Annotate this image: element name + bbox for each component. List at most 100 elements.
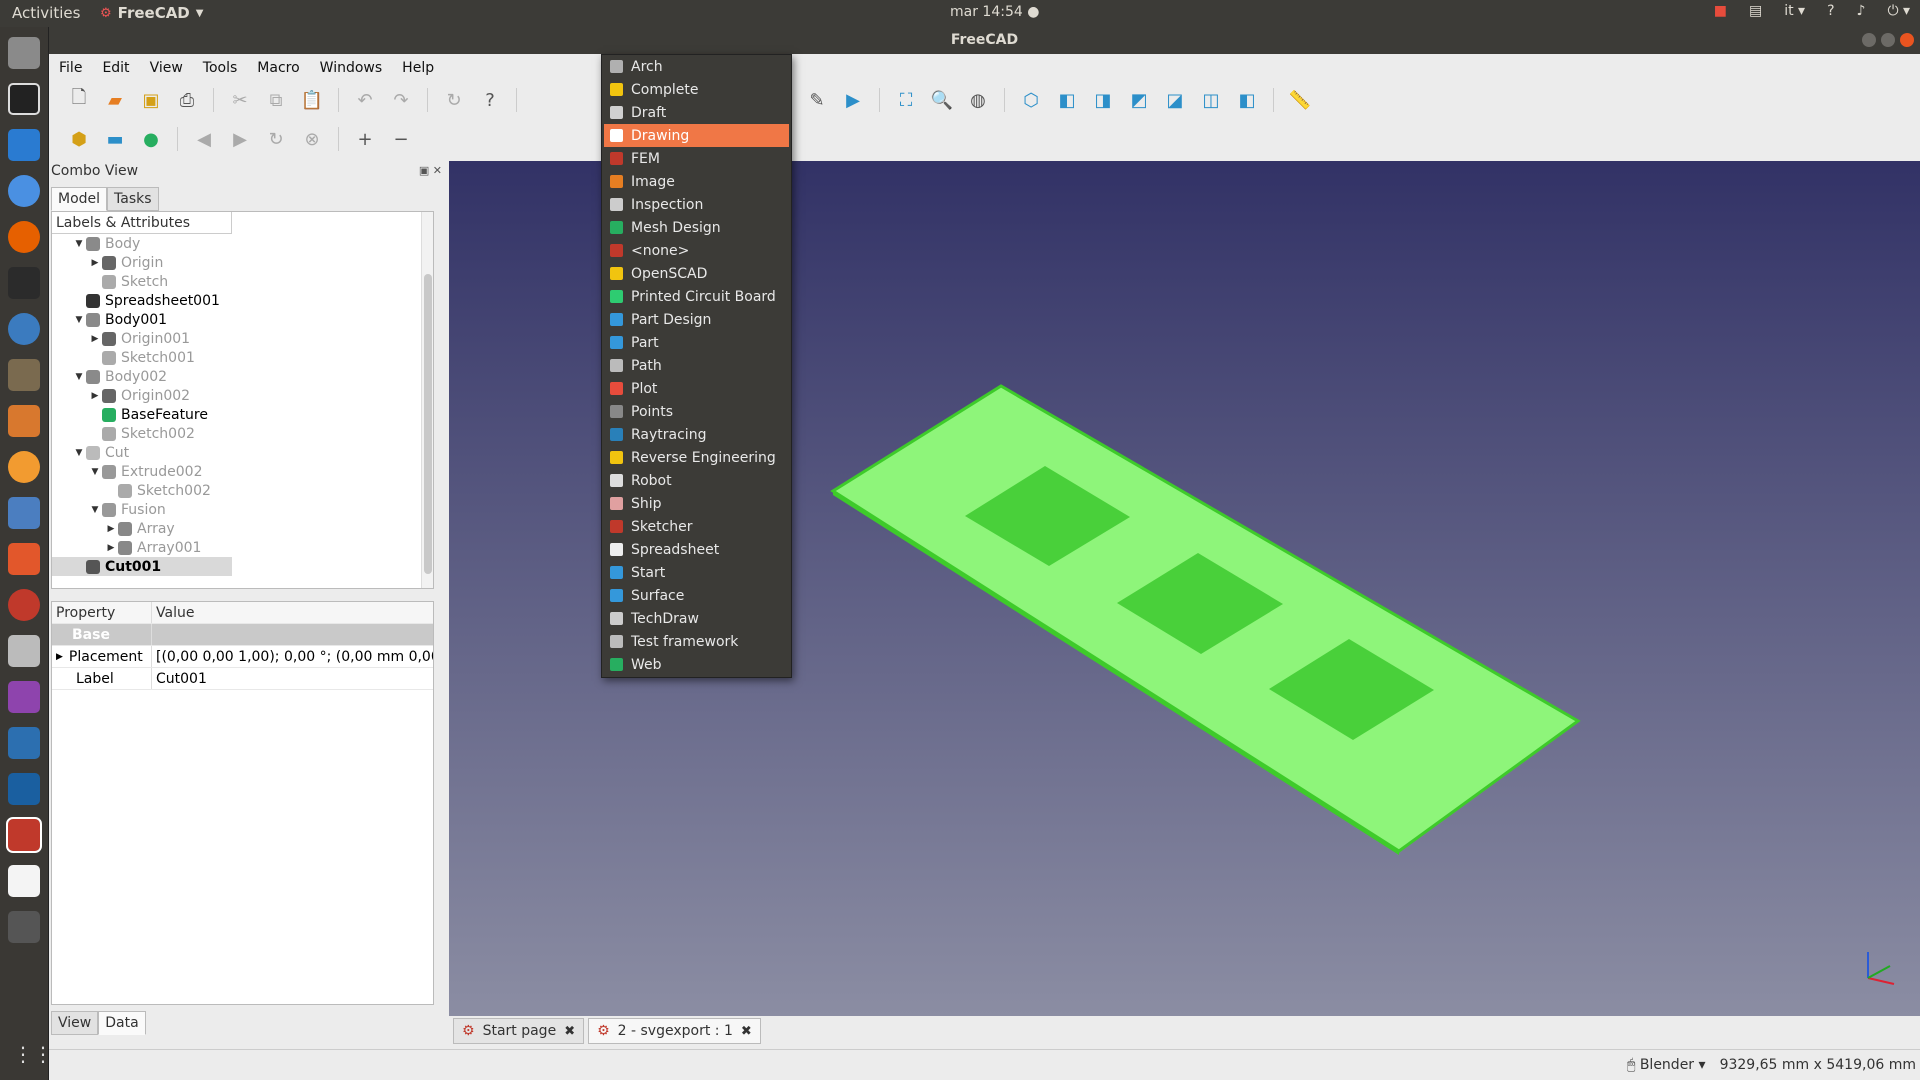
video-editor-launcher-icon[interactable] [8,911,40,943]
inkscape-launcher-icon[interactable] [8,83,40,115]
workbench-item[interactable]: Reverse Engineering [604,446,789,469]
workbench-item[interactable]: Arch [604,55,789,78]
menu-help[interactable]: Help [402,60,434,76]
workbench-item[interactable]: Sketcher [604,515,789,538]
workbench-item[interactable]: Test framework [604,630,789,653]
tree-item[interactable]: ▼ Extrude002 [52,462,433,481]
menu-macro[interactable]: Macro [257,60,299,76]
tree-item[interactable]: Sketch002 [52,481,433,500]
fit-selection-icon[interactable]: 🔍 [930,88,954,112]
files-launcher-icon[interactable] [8,37,40,69]
close-tab-icon[interactable]: ✖ [564,1024,575,1039]
forward-icon[interactable]: ▶ [228,127,252,151]
workbench-item[interactable]: Path [604,354,789,377]
python-launcher-icon[interactable] [8,313,40,345]
text-editor-launcher-icon[interactable] [8,865,40,897]
freecad-launcher-icon[interactable] [6,817,42,853]
menu-file[interactable]: File [59,60,82,76]
app-menu[interactable]: ⚙ FreeCAD ▼ [100,4,203,22]
workbench-item[interactable]: <none> [604,239,789,262]
tree-item[interactable]: Sketch001 [52,348,433,367]
impress-launcher-icon[interactable] [8,405,40,437]
virtualbox-launcher-icon[interactable] [8,773,40,805]
scrollbar-thumb[interactable] [424,274,432,574]
property-row-label[interactable]: Label Cut001 [52,668,433,690]
menu-view[interactable]: View [150,60,183,76]
tree-item[interactable]: ▼ Cut [52,443,433,462]
tree-scrollbar[interactable] [421,212,433,588]
expand-arrow-icon[interactable]: ▶ [88,258,102,268]
activities-button[interactable]: Activities [12,4,80,22]
workbench-item[interactable]: Part [604,331,789,354]
camera-indicator-icon[interactable]: ■ [1714,3,1727,19]
top-view-icon[interactable]: ◨ [1091,88,1115,112]
keyboard-layout[interactable]: it ▾ [1784,3,1805,19]
undo-icon[interactable]: ↶ [353,88,377,112]
close-window-button[interactable] [1900,33,1914,47]
right-view-icon[interactable]: ◩ [1127,88,1151,112]
settings-launcher-icon[interactable] [8,589,40,621]
paste-icon[interactable]: 📋 [300,88,324,112]
tree-item[interactable]: ▶ Origin002 [52,386,433,405]
expand-arrow-icon[interactable]: ▼ [72,239,86,249]
open-icon[interactable]: ▰ [103,88,127,112]
create-group-icon[interactable]: ▬ [103,127,127,151]
workbench-item[interactable]: Robot [604,469,789,492]
workbench-item[interactable]: Mesh Design [604,216,789,239]
firefox-launcher-icon[interactable] [8,221,40,253]
workbench-item[interactable]: TechDraw [604,607,789,630]
clipboard-icon[interactable]: ▤ [1749,3,1762,19]
clock[interactable]: mar 14:54 ● [950,4,1039,20]
tree-item[interactable]: ▶ Origin001 [52,329,433,348]
tree-item[interactable]: ▼ Body002 [52,367,433,386]
volume-icon[interactable]: ♪ [1857,3,1866,19]
expand-arrow-icon[interactable]: ▼ [72,372,86,382]
tab-view[interactable]: View [51,1011,99,1035]
tree-item[interactable]: ▼ Fusion [52,500,433,519]
tab-tasks[interactable]: Tasks [107,187,159,211]
workbench-item[interactable]: Complete [604,78,789,101]
rear-view-icon[interactable]: ◪ [1163,88,1187,112]
workbench-item[interactable]: Printed Circuit Board [604,285,789,308]
property-value[interactable]: [(0,00 0,00 1,00); 0,00 °; (0,00 mm 0,00… [152,649,433,665]
close-tab-icon[interactable]: ✖ [741,1024,752,1039]
isometric-view-icon[interactable]: ⬡ [1019,88,1043,112]
tree-item[interactable]: Sketch002 [52,424,433,443]
tab-data[interactable]: Data [98,1011,146,1035]
reload-icon[interactable]: ↻ [264,127,288,151]
expand-arrow-icon[interactable]: ▶ [88,334,102,344]
whats-this-icon[interactable]: ? [478,88,502,112]
workbench-item[interactable]: Image [604,170,789,193]
terminal-launcher-icon[interactable] [8,267,40,299]
expand-arrow-icon[interactable]: ▼ [72,448,86,458]
web-icon[interactable]: ● [139,127,163,151]
workbench-item[interactable]: FEM [604,147,789,170]
workbench-item[interactable]: Draft [604,101,789,124]
camera-launcher-icon[interactable] [8,635,40,667]
create-part-icon[interactable]: ⬢ [67,127,91,151]
workbench-item[interactable]: Drawing [604,124,789,147]
tree-item[interactable]: ▼ Body [52,234,433,253]
expand-arrow-icon[interactable]: ▼ [88,505,102,515]
gimp-launcher-icon[interactable] [8,359,40,391]
cut-icon[interactable]: ✂ [228,88,252,112]
workbench-item[interactable]: Ship [604,492,789,515]
edit-macro-icon[interactable]: ✎ [805,88,829,112]
copy-icon[interactable]: ⧉ [264,88,288,112]
show-applications-icon[interactable]: ⋮⋮⋮ [13,1042,73,1066]
navigation-style-selector[interactable]: 🖱 Blender ▾ [1627,1057,1706,1073]
tree-item[interactable]: ▼ Body001 [52,310,433,329]
tree-item[interactable]: ▶ Array001 [52,538,433,557]
back-icon[interactable]: ◀ [192,127,216,151]
workbench-item[interactable]: OpenSCAD [604,262,789,285]
fit-all-icon[interactable]: ⛶ [894,88,918,112]
git-launcher-icon[interactable] [8,727,40,759]
minimize-button[interactable] [1862,33,1876,47]
tree-item[interactable]: Sketch [52,272,433,291]
left-view-icon[interactable]: ◧ [1235,88,1259,112]
tree-item[interactable]: Cut001 [52,557,232,576]
expand-arrow-icon[interactable]: ▶ [56,652,63,662]
tree-item[interactable]: Spreadsheet001 [52,291,433,310]
scanner-launcher-icon[interactable] [8,497,40,529]
help-icon[interactable]: ? [1827,3,1834,19]
